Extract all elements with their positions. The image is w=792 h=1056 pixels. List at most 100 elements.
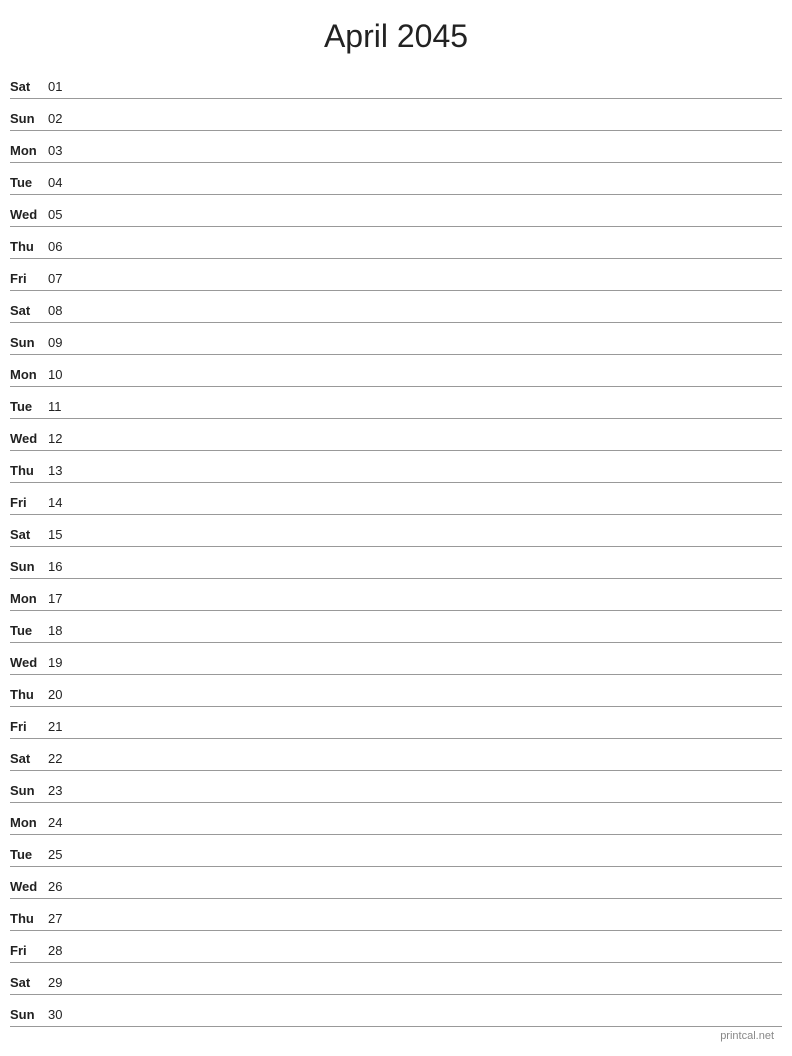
day-line <box>76 95 782 96</box>
day-number: 16 <box>48 559 76 576</box>
day-name: Tue <box>10 623 48 640</box>
day-line <box>76 191 782 192</box>
day-name: Mon <box>10 591 48 608</box>
day-row: Thu27 <box>10 899 782 931</box>
day-number: 10 <box>48 367 76 384</box>
day-line <box>76 223 782 224</box>
day-number: 11 <box>48 399 76 416</box>
day-row: Fri07 <box>10 259 782 291</box>
day-name: Mon <box>10 143 48 160</box>
day-line <box>76 863 782 864</box>
day-row: Tue18 <box>10 611 782 643</box>
day-row: Wed26 <box>10 867 782 899</box>
day-name: Thu <box>10 911 48 928</box>
day-line <box>76 415 782 416</box>
day-row: Sat15 <box>10 515 782 547</box>
day-line <box>76 319 782 320</box>
day-number: 26 <box>48 879 76 896</box>
day-row: Sun30 <box>10 995 782 1027</box>
day-number: 23 <box>48 783 76 800</box>
day-line <box>76 447 782 448</box>
day-name: Sat <box>10 527 48 544</box>
day-name: Wed <box>10 655 48 672</box>
day-number: 18 <box>48 623 76 640</box>
day-line <box>76 127 782 128</box>
day-line <box>76 799 782 800</box>
day-name: Fri <box>10 719 48 736</box>
day-number: 07 <box>48 271 76 288</box>
day-name: Wed <box>10 879 48 896</box>
day-name: Thu <box>10 463 48 480</box>
day-number: 24 <box>48 815 76 832</box>
day-name: Wed <box>10 431 48 448</box>
day-row: Wed19 <box>10 643 782 675</box>
day-line <box>76 767 782 768</box>
day-number: 05 <box>48 207 76 224</box>
day-row: Tue25 <box>10 835 782 867</box>
day-line <box>76 287 782 288</box>
page-title: April 2045 <box>0 0 792 67</box>
day-name: Sun <box>10 335 48 352</box>
day-line <box>76 575 782 576</box>
day-number: 15 <box>48 527 76 544</box>
day-line <box>76 927 782 928</box>
day-number: 02 <box>48 111 76 128</box>
day-name: Tue <box>10 847 48 864</box>
day-row: Fri14 <box>10 483 782 515</box>
day-line <box>76 831 782 832</box>
day-row: Mon17 <box>10 579 782 611</box>
day-number: 01 <box>48 79 76 96</box>
day-row: Mon24 <box>10 803 782 835</box>
day-row: Tue11 <box>10 387 782 419</box>
day-name: Sun <box>10 1007 48 1024</box>
day-name: Sat <box>10 975 48 992</box>
day-name: Mon <box>10 815 48 832</box>
day-name: Fri <box>10 943 48 960</box>
day-number: 06 <box>48 239 76 256</box>
day-number: 03 <box>48 143 76 160</box>
footer-text: printcal.net <box>720 1030 774 1042</box>
day-number: 29 <box>48 975 76 992</box>
day-line <box>76 991 782 992</box>
day-row: Sat29 <box>10 963 782 995</box>
day-number: 12 <box>48 431 76 448</box>
day-row: Sat01 <box>10 67 782 99</box>
day-row: Sun09 <box>10 323 782 355</box>
day-number: 20 <box>48 687 76 704</box>
day-number: 22 <box>48 751 76 768</box>
day-number: 25 <box>48 847 76 864</box>
day-row: Sun23 <box>10 771 782 803</box>
day-number: 09 <box>48 335 76 352</box>
day-row: Wed12 <box>10 419 782 451</box>
day-line <box>76 159 782 160</box>
day-row: Fri21 <box>10 707 782 739</box>
day-line <box>76 703 782 704</box>
day-number: 28 <box>48 943 76 960</box>
day-number: 13 <box>48 463 76 480</box>
day-name: Tue <box>10 399 48 416</box>
day-line <box>76 959 782 960</box>
day-line <box>76 351 782 352</box>
day-number: 21 <box>48 719 76 736</box>
day-line <box>76 511 782 512</box>
day-number: 30 <box>48 1007 76 1024</box>
day-row: Sun16 <box>10 547 782 579</box>
day-row: Thu20 <box>10 675 782 707</box>
day-name: Sun <box>10 783 48 800</box>
day-line <box>76 255 782 256</box>
day-row: Mon10 <box>10 355 782 387</box>
day-name: Tue <box>10 175 48 192</box>
day-line <box>76 479 782 480</box>
day-number: 27 <box>48 911 76 928</box>
day-name: Mon <box>10 367 48 384</box>
day-name: Thu <box>10 239 48 256</box>
day-line <box>76 895 782 896</box>
day-line <box>76 383 782 384</box>
day-line <box>76 639 782 640</box>
day-line <box>76 671 782 672</box>
day-row: Thu06 <box>10 227 782 259</box>
day-number: 17 <box>48 591 76 608</box>
day-number: 14 <box>48 495 76 512</box>
day-line <box>76 543 782 544</box>
day-line <box>76 1023 782 1024</box>
